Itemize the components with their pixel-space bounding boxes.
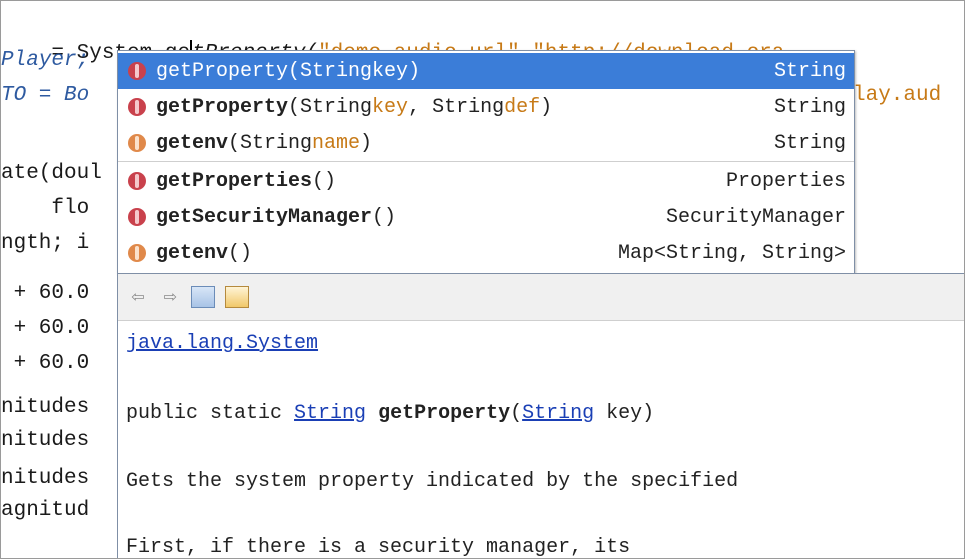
browser-icon[interactable] <box>191 286 215 308</box>
method-name: getProperties <box>156 169 313 193</box>
return-type: String <box>773 59 846 83</box>
popup-divider <box>118 161 854 162</box>
ide-window: = System.getProperty("demo.audio.url","h… <box>0 0 965 559</box>
source-icon[interactable] <box>225 286 249 308</box>
code-line-1[interactable]: = System.getProperty("demo.audio.url","h… <box>1 9 784 65</box>
code-line-8[interactable]: + 60.0 <box>1 279 90 309</box>
method-name: getenv <box>156 241 229 265</box>
code-line-2[interactable]: Player; <box>1 46 89 76</box>
completion-item[interactable]: getProperty (String key) String <box>118 53 854 89</box>
code-line-10[interactable]: + 60.0 <box>1 349 90 379</box>
code-line-14[interactable]: agnitud <box>1 496 89 526</box>
code-line-9[interactable]: + 60.0 <box>1 314 90 344</box>
code-line-13[interactable]: nitudes <box>1 464 89 494</box>
return-type-link[interactable]: String <box>294 402 366 425</box>
return-type: Map<String, String> <box>617 241 846 265</box>
method-icon <box>128 172 146 190</box>
method-icon <box>128 208 146 226</box>
code-line-6[interactable]: flo <box>1 194 89 224</box>
code-line-7[interactable]: ngth; i <box>1 229 89 259</box>
method-description: Gets the system property indicated by th… <box>126 470 739 493</box>
javadoc-toolbar: ⇦ ⇨ <box>118 274 964 321</box>
method-name: getProperty <box>156 59 289 83</box>
method-name: getSecurityManager <box>156 205 373 229</box>
return-type: SecurityManager <box>665 205 846 229</box>
method-icon <box>128 62 146 80</box>
completion-item[interactable]: getProperty (String key, String def) Stri… <box>118 89 854 125</box>
completion-item[interactable]: getProperties() Properties <box>118 163 854 199</box>
method-icon <box>128 244 146 262</box>
completion-item[interactable]: getenv (String name) String <box>118 125 854 161</box>
forward-arrow-icon[interactable]: ⇨ <box>156 283 184 311</box>
back-arrow-icon[interactable]: ⇦ <box>124 283 152 311</box>
completion-item[interactable]: getenv() Map<String, String> <box>118 235 854 271</box>
code-line-5[interactable]: ate(doul <box>1 159 102 189</box>
code-line-12[interactable]: nitudes <box>1 426 89 456</box>
return-type: Properties <box>725 169 846 193</box>
code-completion-popup: getProperty (String key) String getProper… <box>117 50 855 274</box>
param-type-link[interactable]: String <box>522 402 594 425</box>
method-name: getenv <box>156 131 229 155</box>
method-description-continued: First, if there is a security manager, i… <box>126 536 631 559</box>
return-type: String <box>773 95 846 119</box>
code-line-3[interactable]: TO = Bo <box>1 81 89 111</box>
method-icon <box>128 98 146 116</box>
completion-item[interactable]: getSecurityManager() SecurityManager <box>118 199 854 235</box>
code-line-11[interactable]: nitudes <box>1 393 89 423</box>
code-line-3-tail: lay.aud <box>853 84 942 107</box>
class-link[interactable]: java.lang.System <box>126 332 318 355</box>
method-name: getProperty <box>156 95 289 119</box>
method-icon <box>128 134 146 152</box>
javadoc-panel: ⇦ ⇨ java.lang.System public static Strin… <box>117 273 964 559</box>
method-signature: public static String getProperty(String … <box>126 402 655 425</box>
return-type: String <box>773 131 846 155</box>
